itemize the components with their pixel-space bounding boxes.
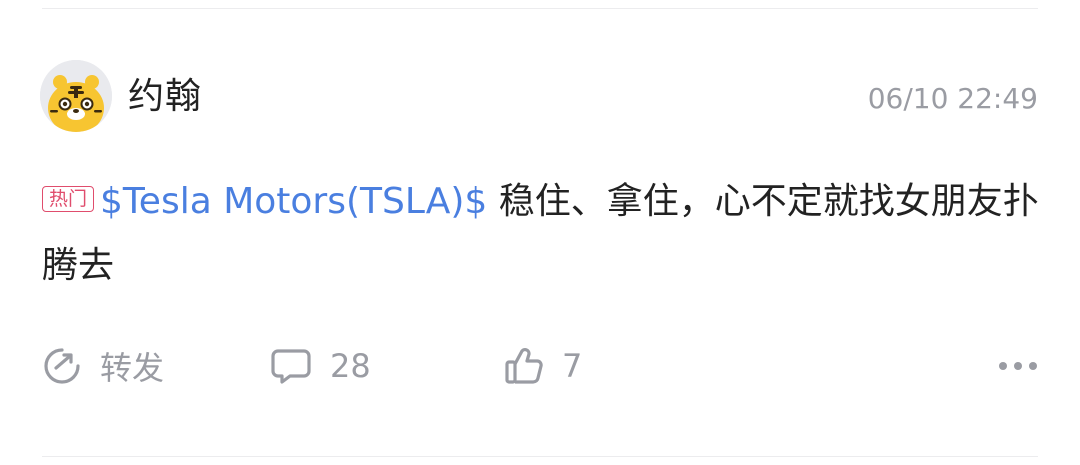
more-button[interactable] [998,340,1038,392]
tiger-avatar-icon [40,60,112,132]
like-button[interactable]: 7 [504,340,582,392]
stock-tag-link[interactable]: $Tesla Motors(TSLA)$ [100,181,487,222]
comment-button[interactable]: 28 [270,340,371,392]
thumbs-up-icon [504,346,544,386]
repost-label: 转发 [100,349,165,387]
avatar[interactable] [40,60,112,132]
like-count: 7 [562,347,583,385]
post-timestamp: 06/10 22:49 [867,82,1038,115]
bottom-divider [42,456,1038,457]
post-header: 约翰 06/10 22:49 [40,60,1038,136]
post-content: 热门 $Tesla Motors(TSLA)$ 稳住、拿住，心不定就找女朋友扑腾去 [42,170,1042,298]
more-icon [998,360,1038,372]
author-name[interactable]: 约翰 [128,74,202,120]
repost-button[interactable]: 转发 [42,340,164,392]
comment-count: 28 [330,347,371,385]
action-bar: 转发 28 7 [42,340,1038,392]
hot-badge: 热门 [42,186,95,212]
top-divider [42,8,1038,9]
repost-icon [42,346,82,386]
comment-icon [270,346,312,386]
